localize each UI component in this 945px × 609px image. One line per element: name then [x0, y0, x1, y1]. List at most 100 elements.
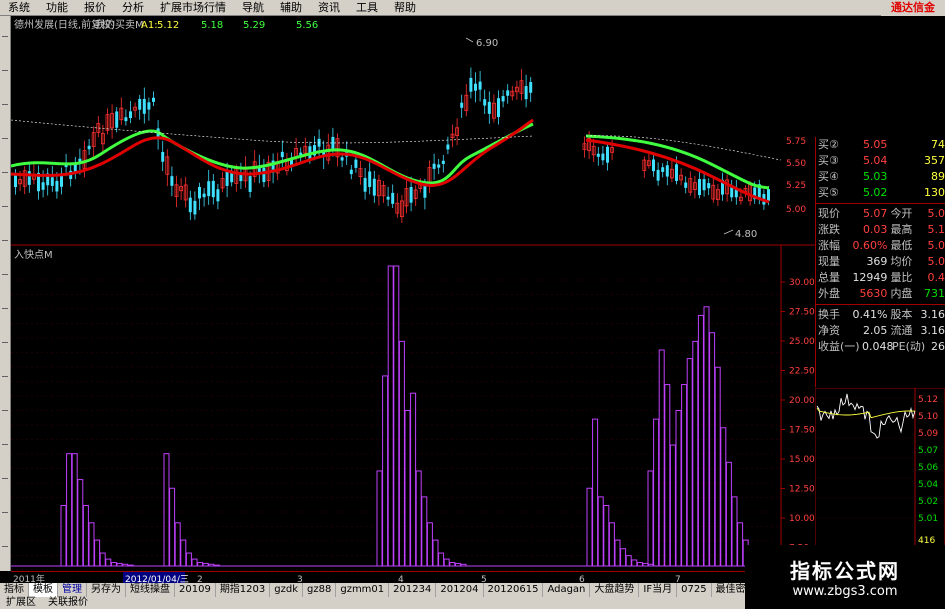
- indicator-tab[interactable]: 201234: [389, 583, 437, 597]
- indicator-tab[interactable]: 管理: [58, 583, 87, 597]
- indicator-name: 我的买卖M: [95, 18, 144, 31]
- intraday-mini-chart[interactable]: 5.125.105.095.075.065.045.025.01416: [815, 388, 945, 548]
- indicator-tab[interactable]: 20109: [175, 583, 216, 597]
- indicator-tab[interactable]: 0725: [677, 583, 712, 597]
- date-bar: 2011年 2012/01/04/三 234567: [11, 571, 745, 585]
- stat-row: 净资 2.05 流通 3.16: [816, 323, 945, 339]
- watermark: 指标公式网 www.zbgs3.com: [745, 545, 945, 609]
- indicator-tab[interactable]: 短线操盘: [126, 583, 175, 597]
- status-extension-area[interactable]: 扩展区: [0, 597, 42, 609]
- indicator-tab[interactable]: 期指1203: [216, 583, 271, 597]
- quote-value-2: 5.0: [927, 239, 945, 252]
- order-price: 5.02: [862, 186, 888, 199]
- indicator-tab[interactable]: Adagan: [543, 583, 591, 597]
- histogram-bar: [669, 444, 676, 567]
- price-axis-tick: 5.50: [786, 159, 806, 169]
- indicator-tab[interactable]: IF当月: [639, 583, 678, 597]
- menu-navigation[interactable]: 导航: [234, 0, 272, 16]
- quote-row: 现价 5.07 今开 5.0: [816, 206, 945, 222]
- status-linked-quote[interactable]: 关联报价: [42, 597, 94, 609]
- main-chart[interactable]: 5.75 5.50 5.25 5.00 30.00 27.50 25.00 22.50 20.0…: [11, 16, 815, 571]
- histogram-bar: [376, 470, 383, 567]
- indicator-tab[interactable]: 201204: [436, 583, 484, 597]
- low-price-annotation: 4.80: [735, 229, 757, 240]
- histogram-bar: [105, 558, 112, 567]
- price-axis-tick: 5.25: [786, 181, 806, 191]
- order-row: 买④ 5.03 89: [816, 169, 945, 185]
- quote-label: 总量: [818, 271, 840, 284]
- lower-axis-tick: 27.50: [789, 308, 815, 318]
- menu-tools[interactable]: 工具: [348, 0, 386, 16]
- chart-grid: [11, 16, 815, 571]
- quote-label-2: 内盘: [890, 287, 913, 300]
- stat-value-2: 3.16: [920, 308, 945, 321]
- stat-label-2: 股本: [890, 308, 913, 321]
- histogram-bar: [77, 479, 84, 567]
- stat-value: 0.048: [862, 340, 894, 353]
- histogram-bar: [675, 409, 682, 567]
- lower-axis-tick: 12.50: [789, 485, 815, 495]
- menu-news[interactable]: 资讯: [310, 0, 348, 16]
- order-volume: 130: [924, 186, 945, 199]
- indicator-tab[interactable]: 模板: [29, 583, 58, 597]
- quote-label: 涨跌: [818, 223, 840, 236]
- lower-axis-tick: 20.00: [789, 396, 815, 406]
- histogram-bar: [449, 562, 456, 567]
- histogram-bar: [697, 314, 704, 567]
- order-price: 5.03: [862, 170, 888, 183]
- lower-axis-tick: 15.00: [789, 455, 815, 465]
- mini-axis-tick: 5.12: [918, 395, 938, 405]
- menu-extended-market[interactable]: 扩展市场行情: [152, 0, 234, 16]
- indicator-tab[interactable]: 指标: [0, 583, 29, 597]
- indicator-value-2: 5.18: [201, 20, 223, 31]
- price-axis-tick: 5.00: [786, 205, 806, 215]
- histogram-bar: [169, 487, 176, 567]
- indicator-tab[interactable]: gzdk: [270, 583, 304, 597]
- indicator-tab[interactable]: 大盘趋势: [590, 583, 640, 597]
- indicator-tab[interactable]: gz88: [303, 583, 337, 597]
- quote-panel: 买② 5.05 74 买③ 5.04 357 买④ 5.03 89 买⑤ 5.02 130 现价 5.0…: [815, 137, 945, 387]
- histogram-bar: [180, 539, 187, 567]
- menu-help[interactable]: 帮助: [386, 0, 424, 16]
- quote-value-2: 5.0: [927, 255, 945, 268]
- mini-axis-tick: 5.01: [918, 514, 938, 524]
- quote-label-2: 今开: [890, 207, 913, 220]
- indicator-tab[interactable]: 另存为: [87, 583, 126, 597]
- quote-row: 涨幅 0.60% 最低 5.0: [816, 238, 945, 254]
- stat-label: 净资: [818, 324, 840, 337]
- quote-row: 现量 369 均价 5.0: [816, 254, 945, 270]
- indicator-tab[interactable]: gzmm01: [336, 583, 390, 597]
- menu-function[interactable]: 功能: [38, 0, 76, 16]
- left-toolbar[interactable]: [0, 16, 11, 571]
- quote-label-2: 最高: [890, 223, 913, 236]
- histogram-bar: [653, 418, 660, 567]
- quote-label-2: 量比: [890, 271, 913, 284]
- histogram-bar: [603, 505, 610, 567]
- indicator-tab[interactable]: 20120615: [484, 583, 544, 597]
- lower-axis-tick: 22.50: [789, 367, 815, 377]
- quote-row: 涨跌 0.03 最高 5.1: [816, 222, 945, 238]
- watermark-url: www.zbgs3.com: [792, 584, 898, 599]
- lower-indicator-title: 入快点M: [14, 249, 53, 261]
- histogram-bar: [586, 487, 593, 567]
- indicator-tab[interactable]: 最佳密利: [712, 583, 745, 597]
- menu-helper[interactable]: 辅助: [272, 0, 310, 16]
- mini-axis-tick: 5.04: [918, 480, 938, 490]
- histogram-bar: [110, 562, 117, 567]
- menu-system[interactable]: 系统: [0, 0, 38, 16]
- histogram-bar: [614, 539, 621, 567]
- histogram-bar: [438, 552, 445, 567]
- histogram-bar: [185, 552, 192, 567]
- stat-fields: 换手 0.41% 股本 3.16 净资 2.05 流通 3.16 收益(一) 0.048 PE(动)…: [816, 307, 945, 355]
- histogram-bar: [681, 384, 688, 567]
- histogram-bar: [197, 562, 204, 567]
- histogram-bar: [647, 470, 654, 567]
- histogram-bar: [692, 340, 699, 567]
- menu-analysis[interactable]: 分析: [114, 0, 152, 16]
- order-volume: 357: [924, 154, 945, 167]
- quote-value-2: 731: [924, 287, 945, 300]
- mini-axis-tick: 5.02: [918, 497, 938, 507]
- menu-quote[interactable]: 报价: [76, 0, 114, 16]
- quote-value: 0.03: [862, 223, 888, 236]
- lower-axis-tick: 25.00: [789, 337, 815, 347]
